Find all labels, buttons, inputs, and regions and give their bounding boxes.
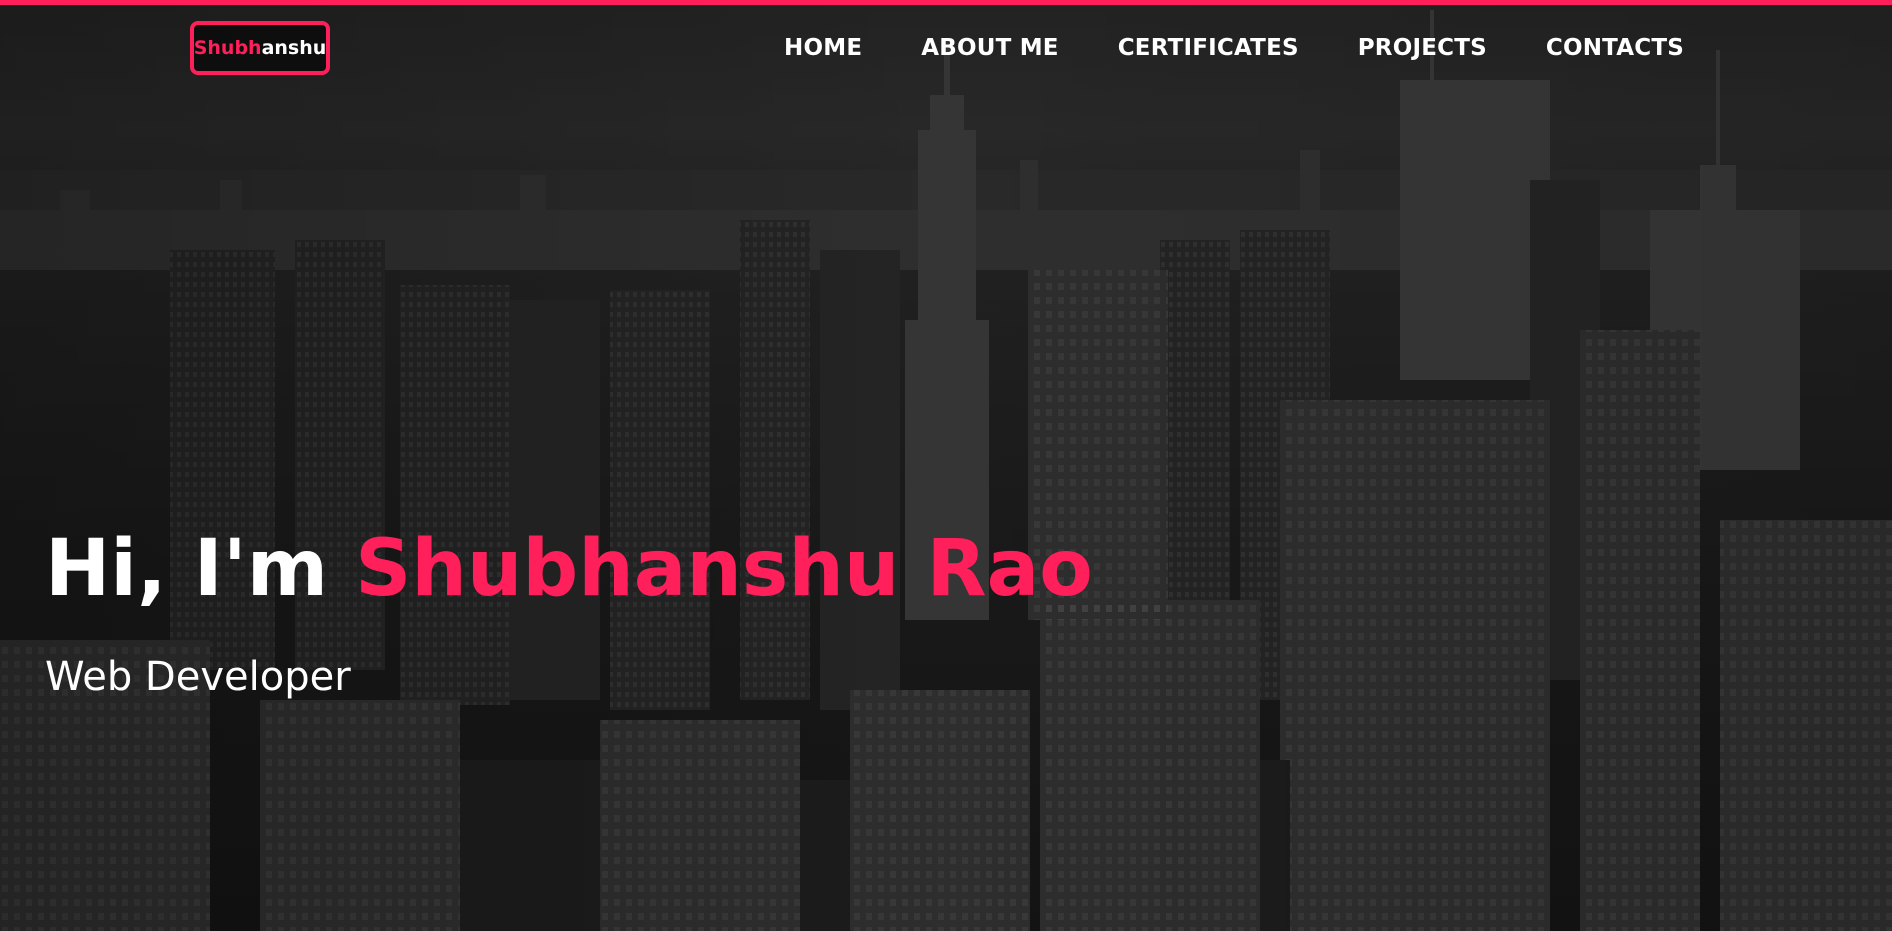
hero-title: Hi, I'm Shubhanshu Rao bbox=[45, 530, 1093, 608]
nav-links: HOME ABOUT ME CERTIFICATES PROJECTS CONT… bbox=[725, 35, 1684, 61]
background-overlay bbox=[0, 0, 1892, 931]
hero-section: Hi, I'm Shubhanshu Rao Web Developer bbox=[45, 530, 1093, 700]
nav-link-certificates[interactable]: CERTIFICATES bbox=[1118, 35, 1299, 61]
navbar: Shubh anshu HOME ABOUT ME CERTIFICATES PR… bbox=[0, 5, 1892, 85]
nav-link-projects[interactable]: PROJECTS bbox=[1358, 35, 1487, 61]
hero-role: Web Developer bbox=[45, 654, 351, 700]
nav-link-about-me[interactable]: ABOUT ME bbox=[921, 35, 1058, 61]
logo-accent-text: Shubh bbox=[193, 37, 262, 59]
nav-link-home[interactable]: HOME bbox=[784, 35, 862, 61]
nav-link-contacts[interactable]: CONTACTS bbox=[1546, 35, 1684, 61]
hero-name: Shubhanshu Rao bbox=[355, 524, 1093, 614]
page: Shubh anshu HOME ABOUT ME CERTIFICATES PR… bbox=[0, 0, 1892, 931]
logo-rest-text: anshu bbox=[261, 37, 327, 59]
logo-button[interactable]: Shubh anshu bbox=[190, 21, 330, 75]
hero-greeting: Hi, I'm bbox=[45, 524, 356, 614]
